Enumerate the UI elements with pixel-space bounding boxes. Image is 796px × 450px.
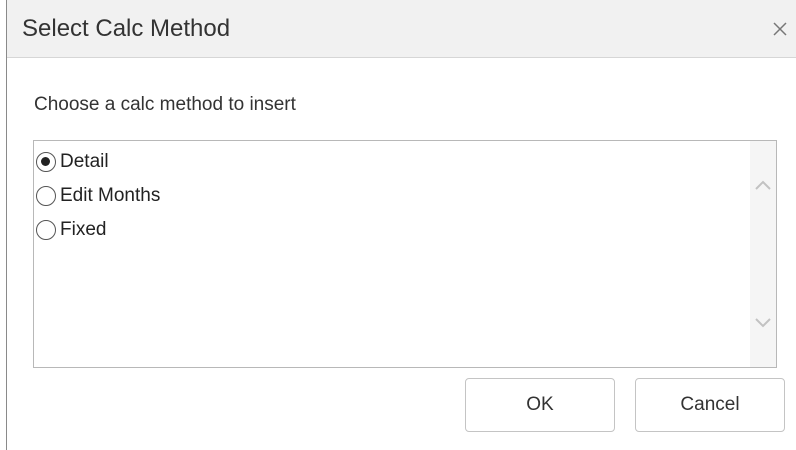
option-edit-months[interactable]: Edit Months (36, 181, 160, 211)
close-icon[interactable] (769, 18, 791, 40)
option-label: Edit Months (60, 185, 161, 206)
radio-selected-icon[interactable] (36, 152, 56, 172)
chevron-up-icon[interactable] (753, 175, 773, 195)
cancel-button[interactable]: Cancel (635, 378, 785, 432)
calc-method-list: Detail Edit Months Fixed (33, 140, 777, 368)
dialog-prompt: Choose a calc method to insert (34, 94, 296, 115)
radio-unselected-icon[interactable] (36, 220, 56, 240)
option-detail[interactable]: Detail (36, 147, 109, 177)
dialog-title: Select Calc Method (22, 15, 231, 42)
dialog-titlebar: Select Calc Method (7, 0, 796, 58)
option-label: Fixed (60, 219, 107, 240)
chevron-down-icon[interactable] (753, 313, 773, 333)
ok-button[interactable]: OK (465, 378, 615, 432)
list-scrollbar[interactable] (750, 141, 776, 367)
radio-unselected-icon[interactable] (36, 186, 56, 206)
option-label: Detail (60, 151, 109, 172)
option-fixed[interactable]: Fixed (36, 215, 106, 245)
select-calc-method-dialog: Select Calc Method Choose a calc method … (6, 0, 796, 450)
